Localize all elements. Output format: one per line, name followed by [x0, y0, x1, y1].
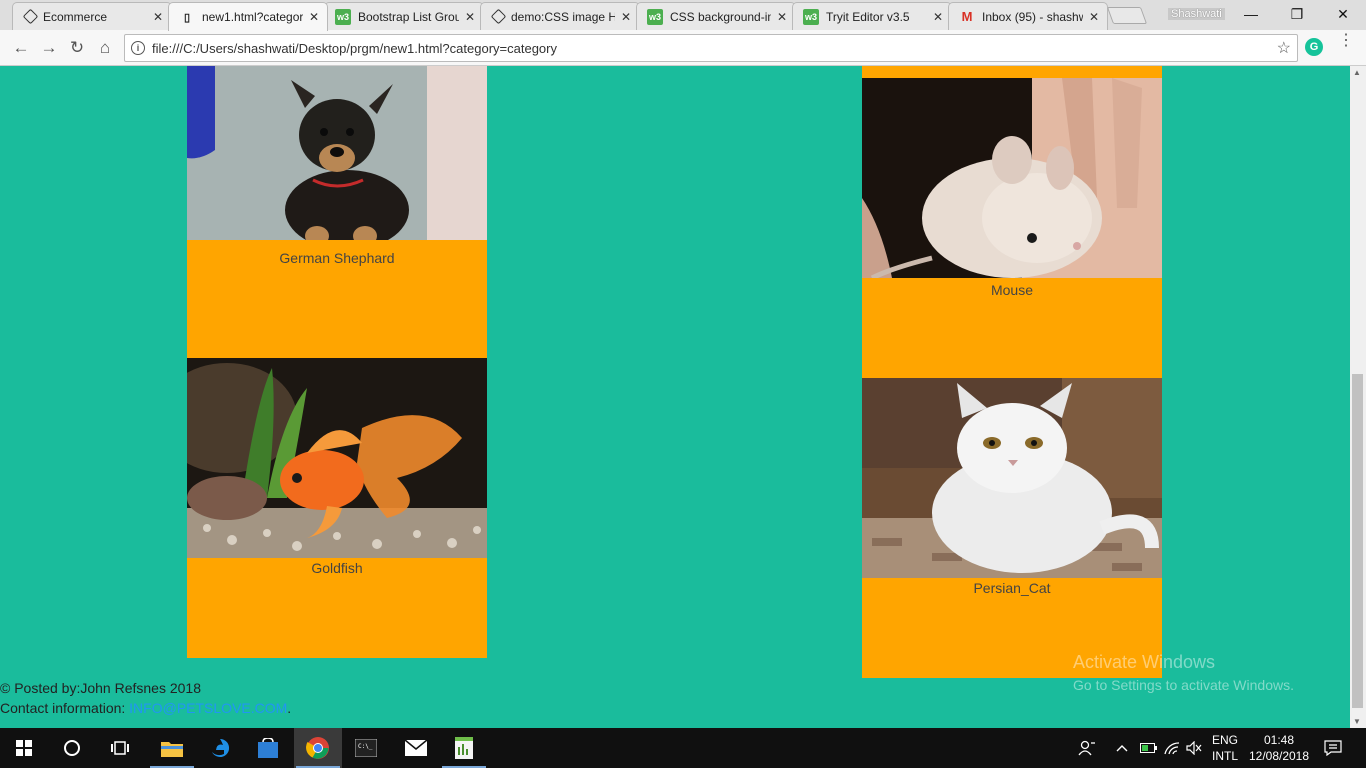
file-explorer-icon[interactable]: [148, 728, 196, 768]
people-icon[interactable]: [1078, 728, 1096, 768]
w3schools-icon: w3: [647, 8, 663, 25]
dog-photo[interactable]: [187, 66, 487, 240]
store-icon[interactable]: [244, 728, 292, 768]
tab-title: CSS background-image: [670, 9, 771, 24]
action-center-icon[interactable]: [1324, 728, 1342, 768]
tray-chevron-up-icon[interactable]: [1116, 728, 1128, 768]
contact-label: Contact information:: [0, 700, 130, 716]
command-prompt-icon[interactable]: C:\_: [342, 728, 390, 768]
reload-icon[interactable]: ↻: [66, 37, 88, 59]
close-icon[interactable]: ✕: [775, 10, 789, 24]
close-icon[interactable]: ✕: [307, 10, 321, 24]
profile-name[interactable]: Shashwati: [1168, 8, 1225, 20]
cortana-icon[interactable]: [48, 728, 96, 768]
close-icon[interactable]: ✕: [151, 10, 165, 24]
tab-title: new1.html?category=category: [202, 10, 303, 24]
close-icon[interactable]: ✕: [463, 10, 477, 24]
chrome-icon[interactable]: [294, 728, 342, 768]
menu-icon[interactable]: ⋮: [1338, 33, 1354, 49]
close-icon[interactable]: ✕: [1087, 10, 1101, 24]
svg-text:C:\_: C:\_: [358, 743, 373, 750]
wifi-icon[interactable]: [1164, 728, 1180, 768]
cat-photo[interactable]: [862, 378, 1162, 578]
tab-title: demo:CSS image Hover: [511, 9, 615, 24]
battery-icon[interactable]: [1140, 728, 1158, 768]
home-icon[interactable]: ⌂: [94, 37, 116, 59]
product-card[interactable]: German Shephard: [187, 66, 487, 358]
w3schools-icon: w3: [335, 8, 351, 25]
close-window-icon[interactable]: ✕: [1320, 0, 1366, 28]
restore-icon[interactable]: ❐: [1274, 0, 1320, 28]
scroll-down-icon[interactable]: ▼: [1353, 717, 1361, 726]
tab-tryit-editor[interactable]: w3 Tryit Editor v3.5 ✕: [792, 2, 952, 30]
tab-title: Inbox (95) - shashwati: [982, 9, 1083, 24]
keyboard-layout: INTL: [1212, 749, 1239, 763]
back-icon[interactable]: ←: [10, 37, 32, 59]
product-card[interactable]: Mouse: [862, 66, 1162, 378]
address-bar[interactable]: i file:///C:/Users/shashwati/Desktop/prg…: [124, 34, 1298, 62]
scroll-thumb[interactable]: [1352, 374, 1363, 708]
tab-css-background-image[interactable]: w3 CSS background-image ✕: [636, 2, 796, 30]
grammarly-extension-icon[interactable]: G: [1305, 38, 1323, 56]
footer-contact: Contact information: INFO@PETSLOVE.COM.: [0, 700, 291, 716]
product-name: Persian_Cat: [973, 580, 1051, 596]
info-icon[interactable]: i: [131, 41, 145, 55]
forward-icon[interactable]: →: [38, 37, 60, 59]
tab-new1[interactable]: ▯ new1.html?category=category ✕: [168, 2, 328, 31]
contact-email-link[interactable]: INFO@PETSLOVE.COM: [129, 700, 287, 716]
tab-bootstrap-list-group[interactable]: w3 Bootstrap List Group ✕: [324, 2, 484, 30]
close-icon[interactable]: ✕: [931, 10, 945, 24]
gmail-icon: M: [961, 9, 973, 24]
minimize-icon[interactable]: —: [1228, 0, 1274, 28]
new-tab-button[interactable]: [1106, 7, 1148, 24]
tab-ecommerce[interactable]: Ecommerce ✕: [12, 2, 172, 30]
mouse-photo[interactable]: [862, 78, 1162, 278]
tab-strip: Ecommerce ✕ ▯ new1.html?category=categor…: [0, 0, 1366, 31]
product-name: Goldfish: [311, 560, 363, 576]
clock[interactable]: 01:48 12/08/2018: [1248, 728, 1310, 768]
edge-icon[interactable]: [196, 728, 244, 768]
windows-start-icon[interactable]: [0, 728, 48, 768]
volume-muted-icon[interactable]: [1186, 728, 1202, 768]
mail-icon[interactable]: [392, 728, 440, 768]
scroll-up-icon[interactable]: ▲: [1353, 68, 1361, 77]
page-icon: ▯: [183, 11, 191, 24]
activate-windows-title: Activate Windows: [1073, 652, 1216, 672]
language-code: ENG: [1212, 733, 1239, 747]
notepad-icon[interactable]: [440, 728, 488, 768]
product-name: German Shephard: [279, 250, 395, 266]
codepen-icon: [490, 8, 507, 25]
product-card[interactable]: Persian_Cat: [862, 378, 1162, 678]
codepen-icon: [22, 8, 39, 25]
tab-css-image-hover[interactable]: demo:CSS image Hover ✕: [480, 2, 640, 30]
browser-toolbar: ← → ↻ ⌂ i file:///C:/Users/shashwati/Des…: [0, 30, 1366, 66]
clock-time: 01:48: [1263, 733, 1295, 747]
windows-taskbar: C:\_ ENG INTL 01:48 12/08/2018: [0, 728, 1366, 768]
page-viewport: German Shephard Goldfish Mouse Persian_C…: [0, 66, 1350, 728]
tab-gmail-inbox[interactable]: M Inbox (95) - shashwati ✕: [948, 2, 1108, 30]
task-view-icon[interactable]: [96, 728, 144, 768]
bookmark-star-icon[interactable]: ☆: [1277, 38, 1291, 58]
goldfish-photo[interactable]: [187, 358, 487, 558]
product-card[interactable]: Goldfish: [187, 358, 487, 658]
close-icon[interactable]: ✕: [619, 10, 633, 24]
tab-title: Tryit Editor v3.5: [826, 9, 910, 24]
tab-title: Ecommerce: [43, 9, 108, 24]
w3schools-icon: w3: [803, 8, 819, 25]
tab-title: Bootstrap List Group: [358, 9, 459, 24]
activate-windows-subtitle: Go to Settings to activate Windows.: [1073, 677, 1294, 693]
input-language[interactable]: ENG INTL: [1212, 728, 1238, 768]
clock-date: 12/08/2018: [1248, 749, 1310, 763]
product-name: Mouse: [990, 282, 1034, 298]
footer-posted-by: © Posted by:John Refsnes 2018: [0, 680, 201, 696]
vertical-scrollbar[interactable]: ▲ ▼: [1350, 66, 1366, 728]
contact-suffix: .: [287, 700, 292, 716]
url-text[interactable]: file:///C:/Users/shashwati/Desktop/prgm/…: [152, 41, 557, 56]
